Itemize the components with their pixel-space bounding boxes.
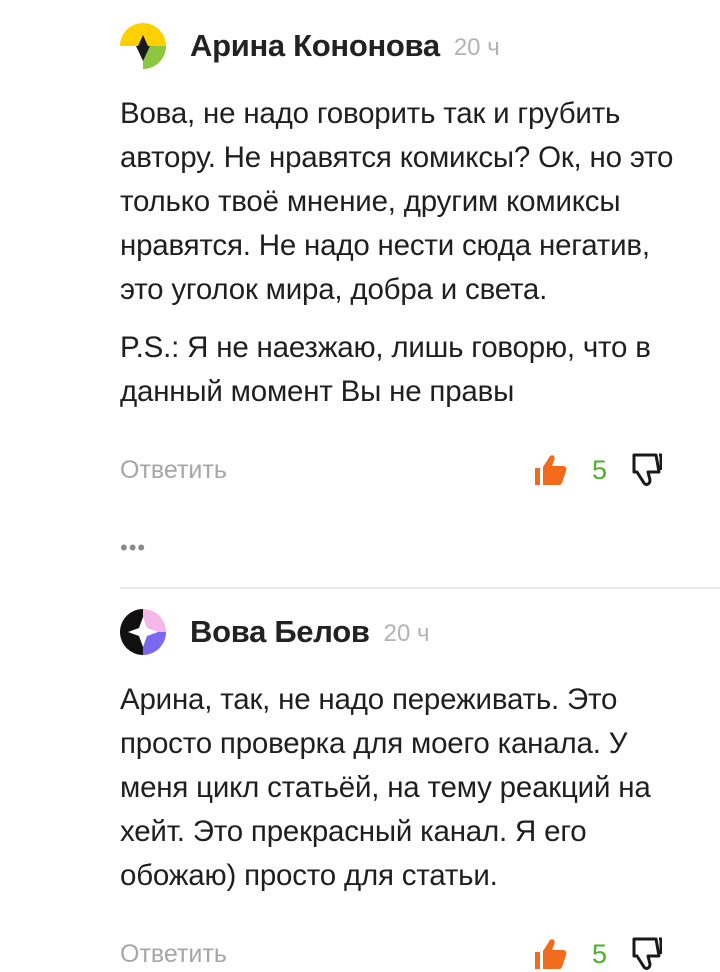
like-count: 5 (592, 455, 608, 485)
divider (120, 587, 720, 589)
thumbs-up-icon[interactable] (532, 452, 568, 488)
comment-text: Вова, не надо говорить так и грубить авт… (120, 92, 680, 414)
comment-actions: Ответить 5 (120, 934, 680, 972)
comment-paragraph: P.S.: Я не наезжаю, лишь говорю, что в д… (120, 331, 651, 408)
comment-paragraph: Арина, так, не надо переживать. Это прос… (120, 683, 651, 892)
reply-button[interactable]: Ответить (120, 934, 227, 972)
author-name[interactable]: Вова Белов (190, 614, 370, 650)
comment-item: Арина Кононова 20 ч Вова, не надо говори… (120, 20, 680, 490)
comment-actions: Ответить 5 (120, 450, 680, 490)
more-options-button[interactable]: ••• (120, 537, 146, 559)
author-name[interactable]: Арина Кононова (190, 28, 440, 64)
like-count: 5 (592, 939, 608, 969)
timestamp: 20 ч (453, 34, 500, 61)
comment-paragraph: Вова, не надо говорить так и грубить авт… (120, 97, 674, 306)
reply-button[interactable]: Ответить (120, 450, 227, 490)
comment-header: Арина Кононова 20 ч (120, 20, 680, 72)
timestamp: 20 ч (383, 620, 430, 647)
comment-header: Вова Белов 20 ч (120, 606, 680, 658)
black-purple-avatar-icon[interactable] (120, 609, 166, 655)
comment-text: Арина, так, не надо переживать. Это прос… (120, 678, 680, 898)
comment-item: Вова Белов 20 ч Арина, так, не надо пере… (120, 606, 680, 972)
thumbs-up-icon[interactable] (532, 936, 568, 972)
yellow-green-avatar-icon[interactable] (120, 23, 166, 69)
thumbs-down-icon[interactable] (628, 452, 662, 488)
thumbs-down-icon[interactable] (628, 936, 662, 972)
